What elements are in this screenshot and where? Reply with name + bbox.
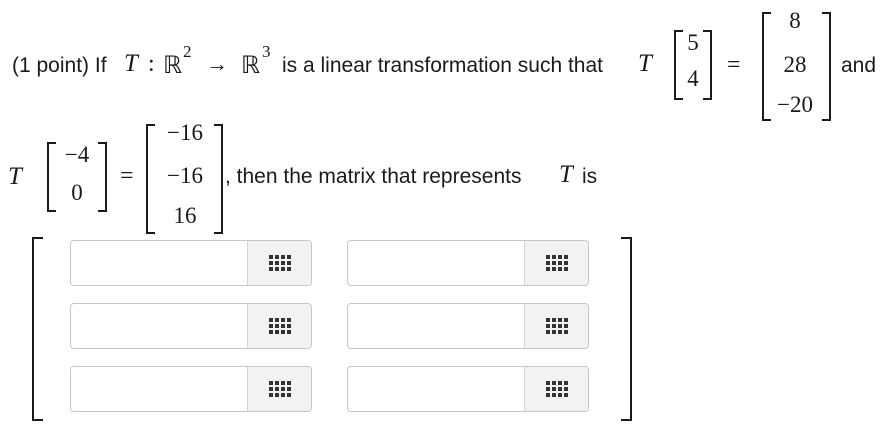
answer-left-bracket bbox=[32, 237, 43, 421]
is-word: is bbox=[582, 165, 598, 188]
math-palette-button[interactable] bbox=[524, 304, 588, 348]
problem-clause: is a linear transformation such that bbox=[282, 54, 603, 77]
colon-symbol: : bbox=[148, 51, 155, 77]
grid-icon bbox=[268, 255, 291, 271]
answer-input[interactable] bbox=[348, 304, 526, 348]
right-bracket bbox=[703, 30, 712, 100]
output2-entry-1: −16 bbox=[167, 120, 203, 145]
grid-icon bbox=[268, 318, 291, 334]
then-clause: , then the matrix that represents bbox=[225, 165, 522, 188]
equals-sign: = bbox=[727, 52, 741, 78]
grid-icon bbox=[545, 255, 568, 271]
right-bracket bbox=[98, 142, 107, 212]
map-symbol: T bbox=[124, 50, 138, 77]
answer-input[interactable] bbox=[71, 304, 249, 348]
answer-input[interactable] bbox=[71, 241, 249, 285]
answer-cell-r2-c2 bbox=[347, 303, 589, 349]
input2-entry-2: 0 bbox=[71, 180, 83, 205]
codomain-symbol: ℝ bbox=[241, 53, 261, 79]
output2-entry-3: 16 bbox=[173, 203, 197, 228]
math-palette-button[interactable] bbox=[524, 367, 588, 411]
answer-right-bracket bbox=[621, 237, 632, 421]
domain-exponent: 2 bbox=[183, 42, 192, 61]
answer-input[interactable] bbox=[348, 241, 526, 285]
input1-entry-2: 4 bbox=[687, 66, 699, 91]
input1-entry-1: 5 bbox=[687, 30, 699, 55]
grid-icon bbox=[545, 318, 568, 334]
right-bracket bbox=[214, 124, 223, 234]
output1-entry-2: 28 bbox=[783, 52, 807, 77]
arrow-symbol: → bbox=[206, 51, 228, 76]
math-palette-button[interactable] bbox=[247, 304, 311, 348]
equals-sign: = bbox=[120, 163, 134, 189]
and-word: and bbox=[841, 54, 877, 77]
grid-icon bbox=[268, 381, 291, 397]
problem-prefix: (1 point) If bbox=[12, 54, 107, 77]
math-palette-button[interactable] bbox=[524, 241, 588, 285]
codomain-exponent: 3 bbox=[262, 42, 271, 61]
output1-entry-3: −20 bbox=[777, 92, 813, 117]
answer-cell-r1-c2 bbox=[347, 240, 589, 286]
answer-cell-r3-c1 bbox=[70, 366, 312, 412]
output2-entry-2: −16 bbox=[167, 163, 203, 188]
answer-input[interactable] bbox=[348, 367, 526, 411]
answer-cell-r1-c1 bbox=[70, 240, 312, 286]
grid-icon bbox=[545, 381, 568, 397]
answer-cell-r3-c2 bbox=[347, 366, 589, 412]
math-palette-button[interactable] bbox=[247, 367, 311, 411]
map-symbol-3: T bbox=[8, 163, 22, 190]
map-symbol-2: T bbox=[638, 50, 652, 77]
math-palette-button[interactable] bbox=[247, 241, 311, 285]
answer-cell-r2-c1 bbox=[70, 303, 312, 349]
domain-symbol: ℝ bbox=[163, 53, 183, 79]
output1-entry-1: 8 bbox=[789, 8, 801, 33]
map-symbol-4: T bbox=[559, 161, 573, 188]
answer-input[interactable] bbox=[71, 367, 249, 411]
input2-entry-1: −4 bbox=[64, 142, 90, 167]
right-bracket bbox=[822, 12, 831, 121]
